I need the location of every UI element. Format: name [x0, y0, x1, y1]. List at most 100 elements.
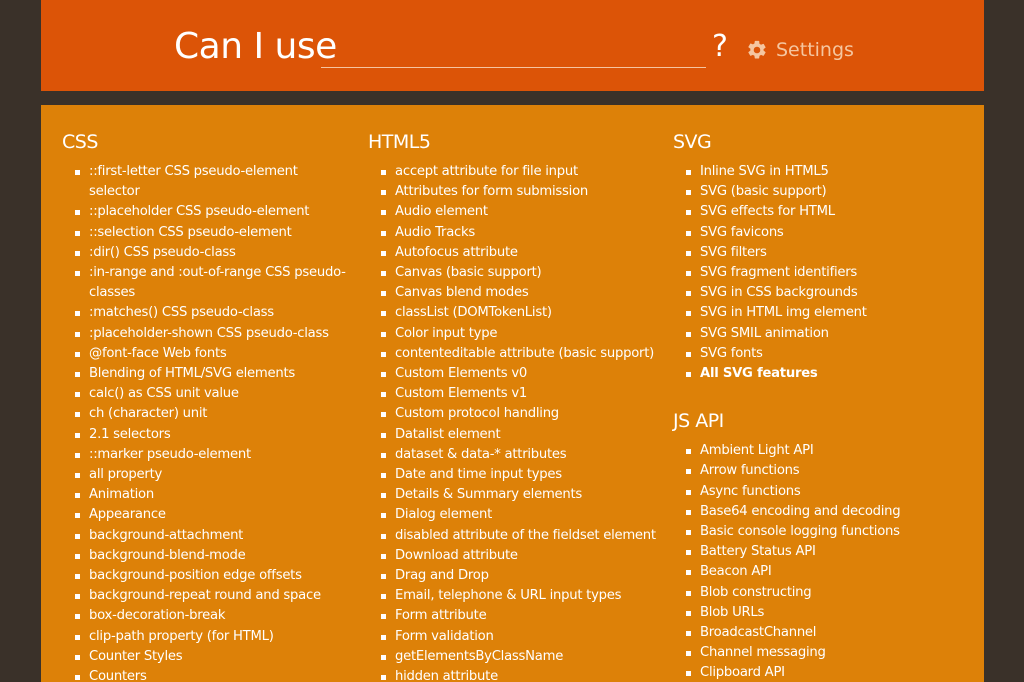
feature-link[interactable]: Custom Elements v1: [395, 386, 527, 401]
site-title[interactable]: Can I use: [174, 23, 337, 71]
feature-link[interactable]: Beacon API: [700, 564, 772, 579]
feature-link[interactable]: accept attribute for file input: [395, 164, 578, 179]
settings-button[interactable]: Settings: [746, 35, 854, 65]
feature-link[interactable]: SVG fragment identifiers: [700, 265, 857, 280]
feature-link[interactable]: ::placeholder CSS pseudo-element: [89, 204, 309, 219]
feature-link[interactable]: ::first-letter CSS pseudo-element select…: [89, 164, 298, 199]
feature-link[interactable]: Drag and Drop: [395, 568, 489, 583]
feature-link[interactable]: Blending of HTML/SVG elements: [89, 366, 295, 381]
feature-link[interactable]: 2.1 selectors: [89, 427, 171, 442]
feature-link[interactable]: Arrow functions: [700, 463, 800, 478]
feature-link[interactable]: Canvas (basic support): [395, 265, 542, 280]
feature-link[interactable]: Attributes for form submission: [395, 184, 588, 199]
feature-list-item: Clipboard API: [673, 663, 963, 682]
feature-list-item: background-repeat round and space: [62, 586, 352, 606]
feature-link[interactable]: Form validation: [395, 629, 494, 644]
help-button[interactable]: ?: [712, 27, 728, 67]
feature-link[interactable]: ::marker pseudo-element: [89, 447, 251, 462]
feature-link[interactable]: background-attachment: [89, 528, 243, 543]
feature-list-item: Counter Styles: [62, 647, 352, 667]
feature-link[interactable]: Autofocus attribute: [395, 245, 518, 260]
feature-link[interactable]: SVG in HTML img element: [700, 305, 867, 320]
feature-link[interactable]: Async functions: [700, 484, 801, 499]
feature-link[interactable]: box-decoration-break: [89, 608, 226, 623]
feature-link[interactable]: all property: [89, 467, 162, 482]
feature-link[interactable]: ::selection CSS pseudo-element: [89, 225, 292, 240]
feature-link[interactable]: BroadcastChannel: [700, 625, 816, 640]
feature-link[interactable]: background-repeat round and space: [89, 588, 321, 603]
feature-link[interactable]: :placeholder-shown CSS pseudo-class: [89, 326, 329, 341]
feature-link[interactable]: Appearance: [89, 507, 166, 522]
feature-index: CSS ::first-letter CSS pseudo-element se…: [41, 105, 984, 682]
feature-list-item: background-attachment: [62, 526, 352, 546]
feature-list-item: Beacon API: [673, 562, 963, 582]
feature-link[interactable]: Counter Styles: [89, 649, 183, 664]
feature-list-item: All SVG features: [673, 364, 963, 384]
feature-link[interactable]: clip-path property (for HTML): [89, 629, 274, 644]
feature-link[interactable]: Blob URLs: [700, 605, 764, 620]
css-heading: CSS: [62, 131, 98, 153]
feature-link[interactable]: Audio Tracks: [395, 225, 475, 240]
feature-link[interactable]: Email, telephone & URL input types: [395, 588, 622, 603]
feature-link[interactable]: background-blend-mode: [89, 548, 246, 563]
feature-link[interactable]: Form attribute: [395, 608, 487, 623]
feature-link[interactable]: Animation: [89, 487, 154, 502]
feature-list-item: Form validation: [368, 627, 658, 647]
feature-list-item: ::first-letter CSS pseudo-element select…: [62, 162, 352, 202]
feature-link[interactable]: SVG favicons: [700, 225, 784, 240]
feature-list-item: Audio element: [368, 202, 658, 222]
feature-link[interactable]: Canvas blend modes: [395, 285, 529, 300]
feature-link[interactable]: SVG SMIL animation: [700, 326, 829, 341]
feature-link[interactable]: Battery Status API: [700, 544, 816, 559]
feature-link[interactable]: hidden attribute: [395, 669, 498, 682]
feature-link[interactable]: SVG (basic support): [700, 184, 827, 199]
all-svg-features-link[interactable]: All SVG features: [700, 366, 818, 381]
feature-link[interactable]: @font-face Web fonts: [89, 346, 227, 361]
feature-link[interactable]: dataset & data-* attributes: [395, 447, 567, 462]
feature-list-item: ::selection CSS pseudo-element: [62, 223, 352, 243]
feature-link[interactable]: SVG in CSS backgrounds: [700, 285, 858, 300]
feature-link[interactable]: Clipboard API: [700, 665, 785, 680]
html5-heading: HTML5: [368, 131, 431, 153]
feature-link[interactable]: Date and time input types: [395, 467, 562, 482]
feature-list-item: Date and time input types: [368, 465, 658, 485]
feature-link[interactable]: :in-range and :out-of-range CSS pseudo-c…: [89, 265, 346, 300]
feature-link[interactable]: Blob constructing: [700, 585, 812, 600]
feature-link[interactable]: ch (character) unit: [89, 406, 207, 421]
feature-link[interactable]: Datalist element: [395, 427, 501, 442]
feature-link[interactable]: Inline SVG in HTML5: [700, 164, 829, 179]
feature-list-item: SVG filters: [673, 243, 963, 263]
feature-link[interactable]: Base64 encoding and decoding: [700, 504, 901, 519]
feature-link[interactable]: Color input type: [395, 326, 497, 341]
feature-link[interactable]: disabled attribute of the fieldset eleme…: [395, 528, 656, 543]
feature-link[interactable]: Audio element: [395, 204, 488, 219]
feature-link[interactable]: classList (DOMTokenList): [395, 305, 552, 320]
feature-list-item: Battery Status API: [673, 542, 963, 562]
feature-link[interactable]: contenteditable attribute (basic support…: [395, 346, 654, 361]
feature-link[interactable]: getElementsByClassName: [395, 649, 563, 664]
feature-link[interactable]: SVG filters: [700, 245, 767, 260]
search-input[interactable]: [321, 28, 706, 68]
feature-link[interactable]: :dir() CSS pseudo-class: [89, 245, 236, 260]
feature-link[interactable]: :matches() CSS pseudo-class: [89, 305, 274, 320]
feature-link[interactable]: Custom protocol handling: [395, 406, 559, 421]
feature-link[interactable]: Counters: [89, 669, 147, 682]
feature-link[interactable]: SVG effects for HTML: [700, 204, 835, 219]
feature-link[interactable]: background-position edge offsets: [89, 568, 302, 583]
feature-link[interactable]: Download attribute: [395, 548, 518, 563]
feature-link[interactable]: Details & Summary elements: [395, 487, 582, 502]
feature-list-item: Blob constructing: [673, 583, 963, 603]
feature-link[interactable]: Basic console logging functions: [700, 524, 900, 539]
feature-link[interactable]: Custom Elements v0: [395, 366, 527, 381]
feature-link[interactable]: SVG fonts: [700, 346, 763, 361]
feature-link[interactable]: Channel messaging: [700, 645, 826, 660]
feature-list-item: Autofocus attribute: [368, 243, 658, 263]
feature-link[interactable]: calc() as CSS unit value: [89, 386, 239, 401]
feature-list-item: box-decoration-break: [62, 606, 352, 626]
feature-list-item: classList (DOMTokenList): [368, 303, 658, 323]
feature-list-item: Form attribute: [368, 606, 658, 626]
feature-link[interactable]: Dialog element: [395, 507, 492, 522]
feature-link[interactable]: Ambient Light API: [700, 443, 814, 458]
feature-list-item: Attributes for form submission: [368, 182, 658, 202]
feature-list-item: Animation: [62, 485, 352, 505]
